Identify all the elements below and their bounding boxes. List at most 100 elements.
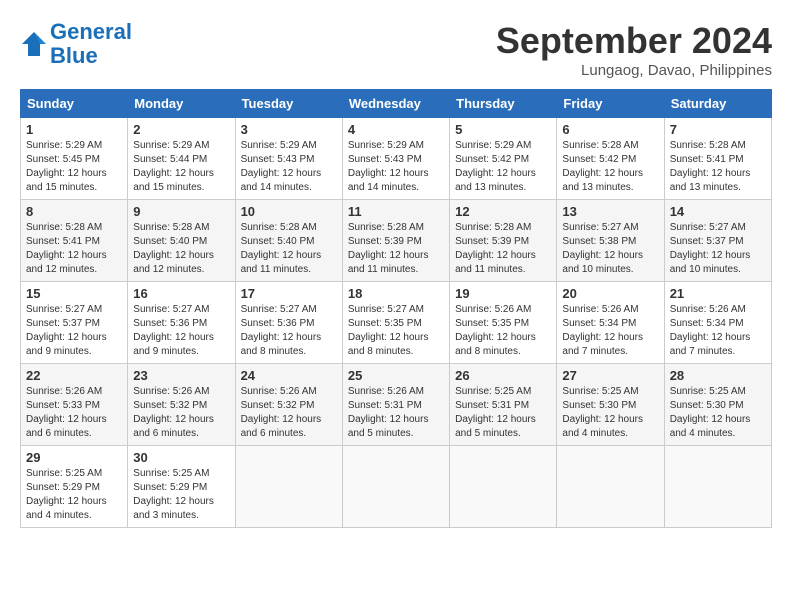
day-number: 1 <box>26 122 122 137</box>
day-number: 2 <box>133 122 229 137</box>
calendar-cell: 16 Sunrise: 5:27 AM Sunset: 5:36 PM Dayl… <box>128 282 235 364</box>
day-info: Sunrise: 5:26 AM Sunset: 5:31 PM Dayligh… <box>348 386 429 439</box>
day-number: 15 <box>26 286 122 301</box>
calendar-row-5: 29 Sunrise: 5:25 AM Sunset: 5:29 PM Dayl… <box>21 446 772 528</box>
day-info: Sunrise: 5:25 AM Sunset: 5:30 PM Dayligh… <box>562 386 643 439</box>
day-number: 30 <box>133 450 229 465</box>
logo-text: GeneralBlue <box>50 20 132 68</box>
calendar-cell: 11 Sunrise: 5:28 AM Sunset: 5:39 PM Dayl… <box>342 200 449 282</box>
day-info: Sunrise: 5:25 AM Sunset: 5:29 PM Dayligh… <box>133 468 214 521</box>
day-info: Sunrise: 5:28 AM Sunset: 5:41 PM Dayligh… <box>26 222 107 275</box>
day-number: 23 <box>133 368 229 383</box>
day-info: Sunrise: 5:26 AM Sunset: 5:33 PM Dayligh… <box>26 386 107 439</box>
day-number: 24 <box>241 368 337 383</box>
day-number: 10 <box>241 204 337 219</box>
calendar-cell: 23 Sunrise: 5:26 AM Sunset: 5:32 PM Dayl… <box>128 364 235 446</box>
day-number: 9 <box>133 204 229 219</box>
page-header: GeneralBlue September 2024 Lungaog, Dava… <box>20 20 772 79</box>
day-number: 6 <box>562 122 658 137</box>
calendar-cell: 18 Sunrise: 5:27 AM Sunset: 5:35 PM Dayl… <box>342 282 449 364</box>
calendar-cell <box>450 446 557 528</box>
day-number: 3 <box>241 122 337 137</box>
day-info: Sunrise: 5:27 AM Sunset: 5:36 PM Dayligh… <box>133 304 214 357</box>
day-info: Sunrise: 5:28 AM Sunset: 5:39 PM Dayligh… <box>455 222 536 275</box>
calendar-row-4: 22 Sunrise: 5:26 AM Sunset: 5:33 PM Dayl… <box>21 364 772 446</box>
day-info: Sunrise: 5:29 AM Sunset: 5:43 PM Dayligh… <box>241 140 322 193</box>
day-info: Sunrise: 5:27 AM Sunset: 5:38 PM Dayligh… <box>562 222 643 275</box>
day-info: Sunrise: 5:29 AM Sunset: 5:45 PM Dayligh… <box>26 140 107 193</box>
day-number: 21 <box>670 286 766 301</box>
calendar-cell: 9 Sunrise: 5:28 AM Sunset: 5:40 PM Dayli… <box>128 200 235 282</box>
calendar-cell: 14 Sunrise: 5:27 AM Sunset: 5:37 PM Dayl… <box>664 200 771 282</box>
day-number: 25 <box>348 368 444 383</box>
calendar-cell: 17 Sunrise: 5:27 AM Sunset: 5:36 PM Dayl… <box>235 282 342 364</box>
calendar-cell: 4 Sunrise: 5:29 AM Sunset: 5:43 PM Dayli… <box>342 118 449 200</box>
day-number: 27 <box>562 368 658 383</box>
calendar-cell: 22 Sunrise: 5:26 AM Sunset: 5:33 PM Dayl… <box>21 364 128 446</box>
header-thursday: Thursday <box>450 90 557 118</box>
day-number: 14 <box>670 204 766 219</box>
day-info: Sunrise: 5:28 AM Sunset: 5:40 PM Dayligh… <box>241 222 322 275</box>
calendar-row-3: 15 Sunrise: 5:27 AM Sunset: 5:37 PM Dayl… <box>21 282 772 364</box>
calendar-cell <box>664 446 771 528</box>
calendar-cell: 27 Sunrise: 5:25 AM Sunset: 5:30 PM Dayl… <box>557 364 664 446</box>
day-info: Sunrise: 5:27 AM Sunset: 5:36 PM Dayligh… <box>241 304 322 357</box>
calendar-cell: 24 Sunrise: 5:26 AM Sunset: 5:32 PM Dayl… <box>235 364 342 446</box>
day-info: Sunrise: 5:25 AM Sunset: 5:31 PM Dayligh… <box>455 386 536 439</box>
day-number: 7 <box>670 122 766 137</box>
day-number: 19 <box>455 286 551 301</box>
day-info: Sunrise: 5:25 AM Sunset: 5:30 PM Dayligh… <box>670 386 751 439</box>
day-number: 22 <box>26 368 122 383</box>
logo: GeneralBlue <box>20 20 132 68</box>
calendar-row-2: 8 Sunrise: 5:28 AM Sunset: 5:41 PM Dayli… <box>21 200 772 282</box>
day-info: Sunrise: 5:28 AM Sunset: 5:42 PM Dayligh… <box>562 140 643 193</box>
day-info: Sunrise: 5:26 AM Sunset: 5:35 PM Dayligh… <box>455 304 536 357</box>
calendar-cell: 3 Sunrise: 5:29 AM Sunset: 5:43 PM Dayli… <box>235 118 342 200</box>
day-number: 29 <box>26 450 122 465</box>
calendar-cell: 20 Sunrise: 5:26 AM Sunset: 5:34 PM Dayl… <box>557 282 664 364</box>
day-info: Sunrise: 5:28 AM Sunset: 5:41 PM Dayligh… <box>670 140 751 193</box>
calendar-cell: 15 Sunrise: 5:27 AM Sunset: 5:37 PM Dayl… <box>21 282 128 364</box>
header-saturday: Saturday <box>664 90 771 118</box>
calendar-cell: 7 Sunrise: 5:28 AM Sunset: 5:41 PM Dayli… <box>664 118 771 200</box>
calendar-cell: 28 Sunrise: 5:25 AM Sunset: 5:30 PM Dayl… <box>664 364 771 446</box>
calendar-cell: 29 Sunrise: 5:25 AM Sunset: 5:29 PM Dayl… <box>21 446 128 528</box>
day-number: 20 <box>562 286 658 301</box>
calendar-cell: 19 Sunrise: 5:26 AM Sunset: 5:35 PM Dayl… <box>450 282 557 364</box>
logo-icon <box>20 30 48 58</box>
header-friday: Friday <box>557 90 664 118</box>
day-info: Sunrise: 5:27 AM Sunset: 5:35 PM Dayligh… <box>348 304 429 357</box>
location: Lungaog, Davao, Philippines <box>496 62 772 79</box>
header-sunday: Sunday <box>21 90 128 118</box>
calendar-cell: 25 Sunrise: 5:26 AM Sunset: 5:31 PM Dayl… <box>342 364 449 446</box>
day-number: 28 <box>670 368 766 383</box>
day-number: 16 <box>133 286 229 301</box>
day-info: Sunrise: 5:29 AM Sunset: 5:42 PM Dayligh… <box>455 140 536 193</box>
calendar-cell: 30 Sunrise: 5:25 AM Sunset: 5:29 PM Dayl… <box>128 446 235 528</box>
title-block: September 2024 Lungaog, Davao, Philippin… <box>496 20 772 79</box>
calendar-cell: 1 Sunrise: 5:29 AM Sunset: 5:45 PM Dayli… <box>21 118 128 200</box>
calendar-body: 1 Sunrise: 5:29 AM Sunset: 5:45 PM Dayli… <box>21 118 772 528</box>
day-info: Sunrise: 5:26 AM Sunset: 5:34 PM Dayligh… <box>670 304 751 357</box>
day-info: Sunrise: 5:28 AM Sunset: 5:40 PM Dayligh… <box>133 222 214 275</box>
day-info: Sunrise: 5:25 AM Sunset: 5:29 PM Dayligh… <box>26 468 107 521</box>
day-info: Sunrise: 5:29 AM Sunset: 5:44 PM Dayligh… <box>133 140 214 193</box>
day-number: 13 <box>562 204 658 219</box>
calendar-cell: 21 Sunrise: 5:26 AM Sunset: 5:34 PM Dayl… <box>664 282 771 364</box>
day-info: Sunrise: 5:27 AM Sunset: 5:37 PM Dayligh… <box>670 222 751 275</box>
day-info: Sunrise: 5:26 AM Sunset: 5:32 PM Dayligh… <box>133 386 214 439</box>
day-number: 12 <box>455 204 551 219</box>
day-number: 26 <box>455 368 551 383</box>
header-wednesday: Wednesday <box>342 90 449 118</box>
day-number: 18 <box>348 286 444 301</box>
day-info: Sunrise: 5:29 AM Sunset: 5:43 PM Dayligh… <box>348 140 429 193</box>
day-number: 8 <box>26 204 122 219</box>
calendar-cell <box>235 446 342 528</box>
calendar-cell: 13 Sunrise: 5:27 AM Sunset: 5:38 PM Dayl… <box>557 200 664 282</box>
calendar-cell: 12 Sunrise: 5:28 AM Sunset: 5:39 PM Dayl… <box>450 200 557 282</box>
calendar-cell: 26 Sunrise: 5:25 AM Sunset: 5:31 PM Dayl… <box>450 364 557 446</box>
calendar-cell: 5 Sunrise: 5:29 AM Sunset: 5:42 PM Dayli… <box>450 118 557 200</box>
day-number: 11 <box>348 204 444 219</box>
calendar-cell: 8 Sunrise: 5:28 AM Sunset: 5:41 PM Dayli… <box>21 200 128 282</box>
header-tuesday: Tuesday <box>235 90 342 118</box>
